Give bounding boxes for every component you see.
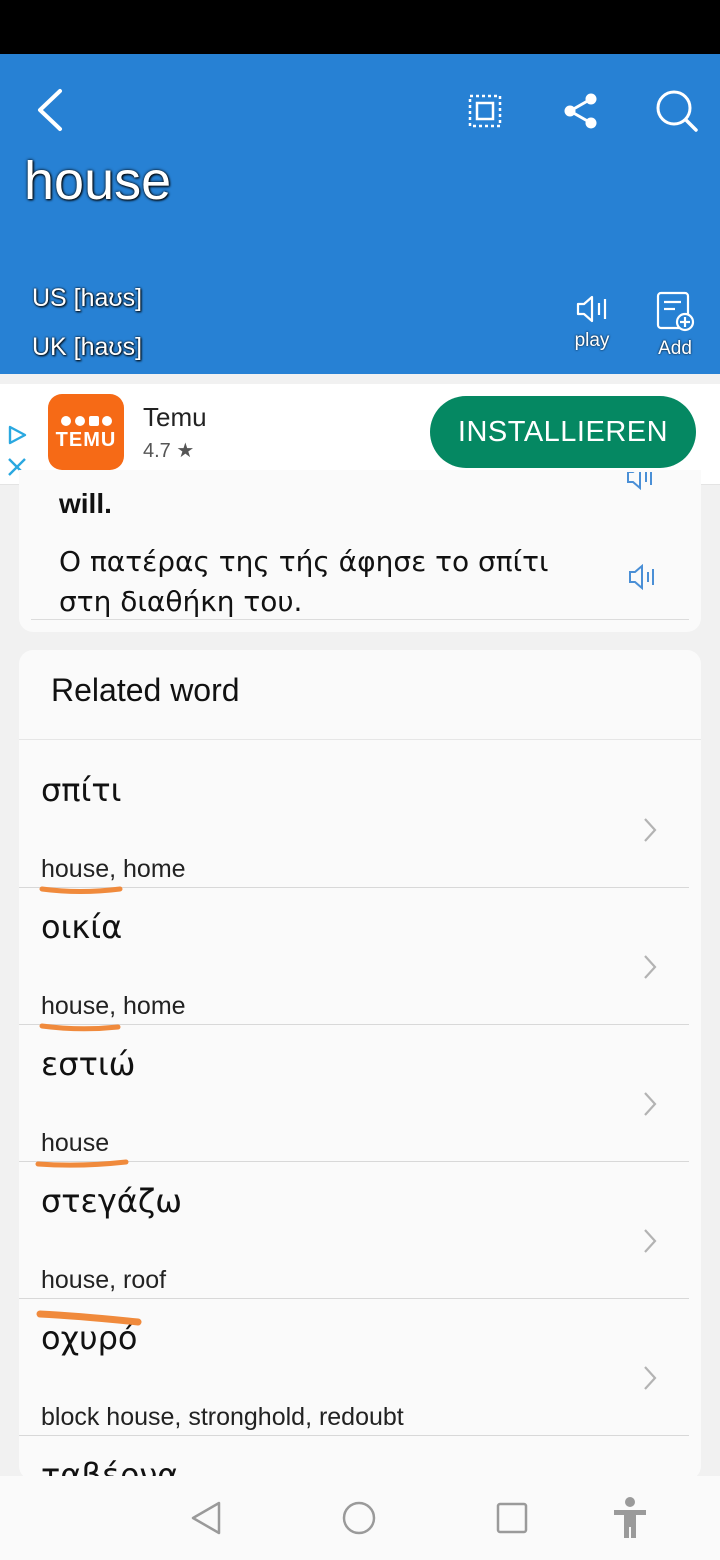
temu-logo-text: TEMU (55, 429, 117, 451)
related-word-row[interactable]: σπίτι house, home (19, 751, 701, 888)
related-word-row[interactable]: οχυρό block house, stronghold, redoubt (19, 1299, 701, 1436)
select-frame-icon (468, 94, 502, 128)
chevron-right-icon (644, 1366, 657, 1390)
chevron-right-icon (644, 1092, 657, 1116)
add-to-wordbook-button[interactable]: Add (640, 290, 710, 360)
share-button[interactable] (556, 86, 606, 136)
greek-audio-icon[interactable] (627, 563, 657, 594)
chevron-right-icon (644, 955, 657, 979)
select-text-button[interactable] (462, 88, 508, 134)
related-word: εστιώ (41, 1045, 136, 1083)
chevron-right-icon (644, 1229, 657, 1253)
related-word-meaning: block house, stronghold, redoubt (41, 1403, 404, 1431)
related-word: οικία (41, 908, 123, 946)
related-title-divider (19, 739, 701, 740)
example-greek: Ο πατέρας της τής άφησε το σπίτι στη δια… (59, 545, 549, 618)
add-note-icon (656, 291, 695, 332)
related-word: οχυρό (41, 1319, 138, 1357)
example-card: will. Ο πατέρας της τής άφησε το σπίτι σ… (19, 470, 701, 632)
word-header: house US [haʊs] UK [haʊs] play Add (0, 54, 720, 374)
install-button[interactable]: INSTALLIEREN (430, 396, 696, 468)
related-word-meaning: house, home (41, 855, 186, 883)
nav-home-icon[interactable] (341, 1500, 377, 1536)
related-words-card: Related word σπίτι house, home οικία hou… (19, 650, 701, 1480)
share-icon (564, 93, 597, 129)
ad-app-name: Temu (143, 402, 207, 432)
related-word-row[interactable]: οικία house, home (19, 888, 701, 1025)
related-word-row[interactable]: ταβέρνα (19, 1436, 701, 1480)
nav-recents-icon[interactable] (494, 1500, 530, 1536)
accessibility-icon[interactable] (610, 1496, 650, 1540)
system-navigation-bar (0, 1476, 720, 1560)
related-word-meaning: house, roof (41, 1266, 167, 1294)
ad-choices-icon[interactable] (6, 424, 28, 450)
add-label: Add (658, 338, 692, 359)
headword: house (24, 151, 172, 211)
related-word: σπίτι (41, 771, 122, 809)
related-word: στεγάζω (41, 1182, 183, 1220)
related-word-title: Related word (51, 672, 240, 708)
nav-back-icon[interactable] (188, 1500, 224, 1536)
speaker-icon (576, 295, 607, 323)
related-word-meaning: house, home (41, 992, 186, 1020)
status-bar (0, 0, 720, 54)
back-button[interactable] (26, 82, 72, 138)
example-divider (31, 619, 689, 620)
us-pronunciation: US [haʊs] (32, 284, 143, 312)
temu-mascots-icon (61, 416, 112, 426)
temu-app-icon[interactable]: TEMU (48, 394, 124, 470)
search-icon (656, 90, 698, 132)
related-word-row[interactable]: στεγάζω house, roof (19, 1162, 701, 1299)
search-button[interactable] (650, 84, 704, 138)
ad-rating: 4.7 ★ (143, 440, 195, 462)
english-audio-icon[interactable] (625, 472, 655, 492)
chevron-left-icon (38, 89, 62, 131)
play-label: play (574, 330, 610, 351)
related-word-meaning: house (41, 1129, 110, 1157)
related-word-row[interactable]: εστιώ house (19, 1025, 701, 1162)
uk-pronunciation: UK [haʊs] (32, 333, 143, 361)
play-button[interactable]: play (557, 294, 627, 352)
chevron-right-icon (644, 818, 657, 842)
example-english-tail: will. (59, 488, 112, 519)
